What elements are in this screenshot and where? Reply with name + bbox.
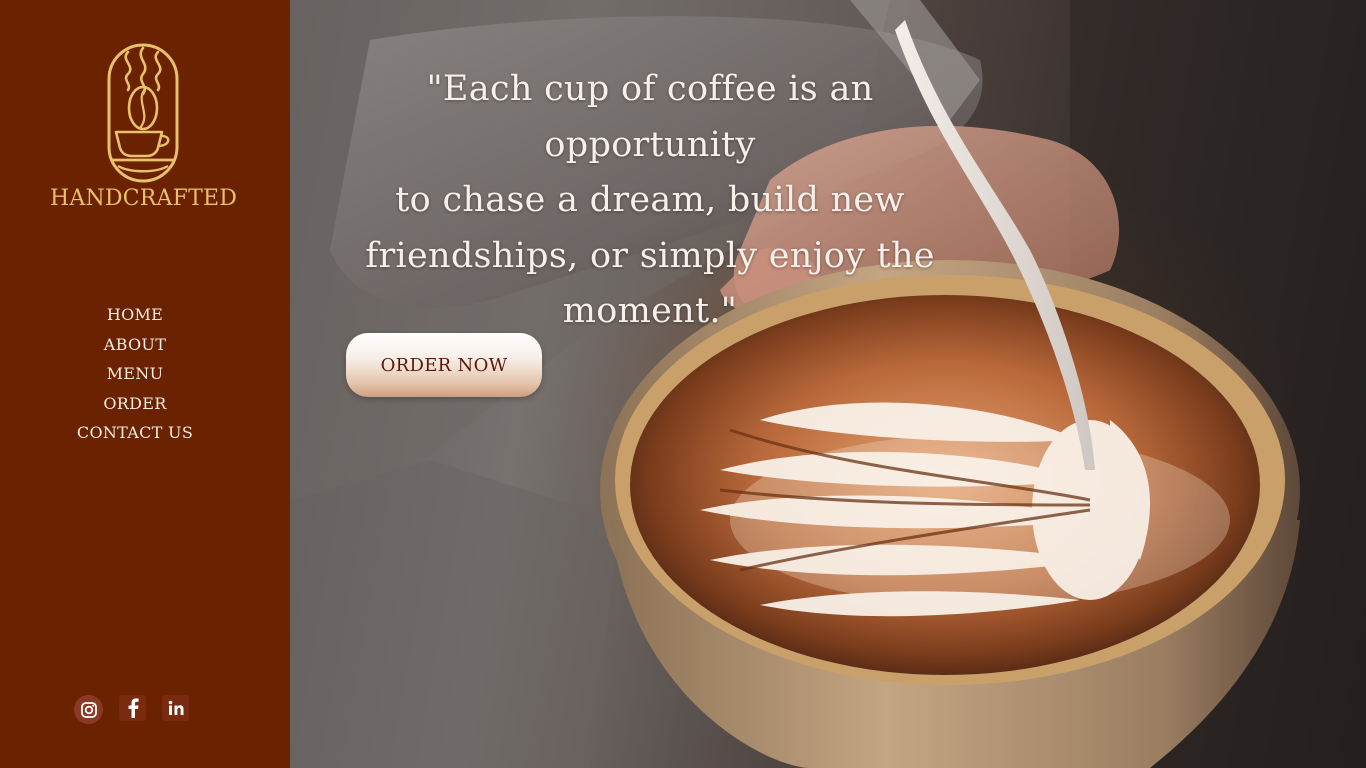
nav-item-contact-us: CONTACT US bbox=[0, 418, 270, 448]
sidebar: HANDCRAFTED HOME ABOUT MENU ORDER CONTAC… bbox=[0, 0, 290, 768]
quote-line: to chase a dream, build new bbox=[395, 180, 905, 220]
facebook-link[interactable] bbox=[119, 695, 146, 721]
quote-line: "Each cup of coffee is an opportunity bbox=[426, 69, 874, 165]
coffee-cup-logo-icon bbox=[107, 43, 179, 183]
brand-name: HANDCRAFTED bbox=[50, 186, 238, 211]
main-nav: HOME ABOUT MENU ORDER CONTACT US bbox=[0, 300, 270, 448]
hero-quote: "Each cup of coffee is an opportunity to… bbox=[320, 62, 980, 340]
nav-link-about[interactable]: ABOUT bbox=[104, 335, 166, 354]
nav-link-home[interactable]: HOME bbox=[107, 305, 163, 324]
nav-item-about: ABOUT bbox=[0, 330, 270, 360]
instagram-link[interactable] bbox=[74, 695, 103, 724]
nav-item-order: ORDER bbox=[0, 389, 270, 419]
order-now-button[interactable]: ORDER NOW bbox=[346, 333, 542, 397]
brand-logo[interactable]: HANDCRAFTED bbox=[50, 42, 238, 212]
nav-link-order[interactable]: ORDER bbox=[103, 394, 166, 413]
nav-link-menu[interactable]: MENU bbox=[107, 364, 164, 383]
linkedin-icon bbox=[168, 700, 183, 715]
linkedin-link[interactable] bbox=[162, 695, 189, 721]
instagram-icon bbox=[80, 701, 97, 718]
facebook-icon bbox=[128, 698, 139, 718]
nav-item-home: HOME bbox=[0, 300, 270, 330]
hero-section: "Each cup of coffee is an opportunity to… bbox=[290, 0, 1366, 768]
nav-item-menu: MENU bbox=[0, 359, 270, 389]
quote-line: friendships, or simply enjoy the bbox=[365, 235, 935, 276]
nav-link-contact-us[interactable]: CONTACT US bbox=[77, 423, 193, 442]
quote-line: moment." bbox=[562, 291, 738, 331]
social-links bbox=[74, 695, 189, 725]
